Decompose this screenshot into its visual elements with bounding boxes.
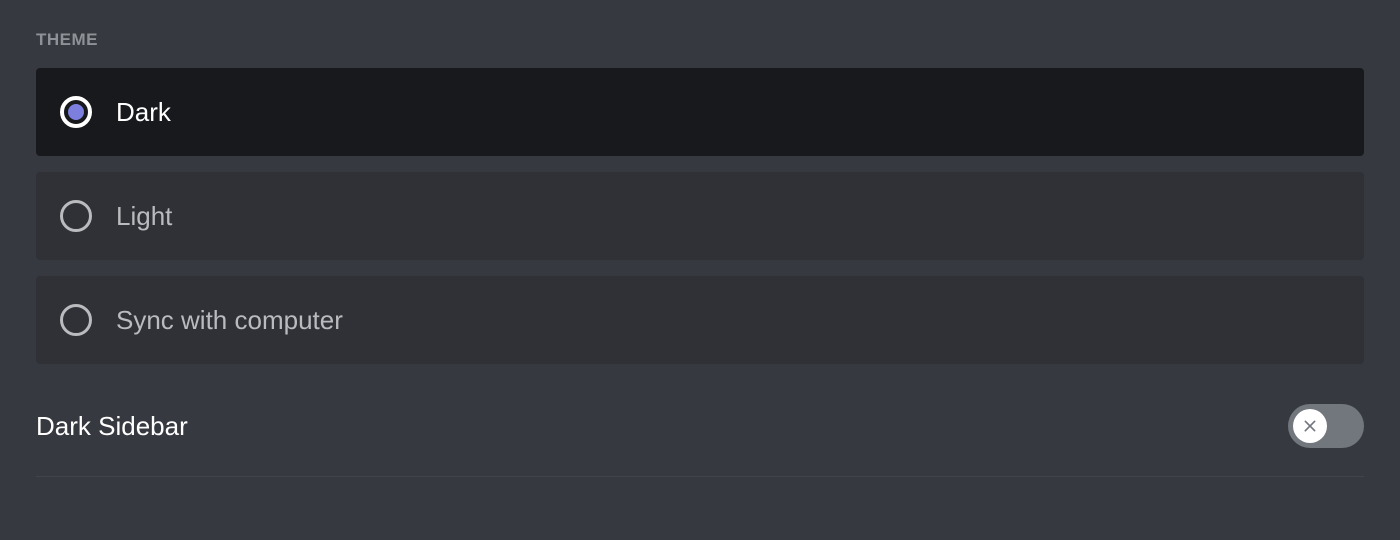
radio-icon xyxy=(60,200,92,232)
theme-option-sync-label: Sync with computer xyxy=(116,305,343,336)
theme-option-dark-label: Dark xyxy=(116,97,171,128)
radio-icon xyxy=(60,304,92,336)
radio-selected-dot xyxy=(68,104,84,120)
dark-sidebar-label: Dark Sidebar xyxy=(36,411,188,442)
theme-option-dark[interactable]: Dark xyxy=(36,68,1364,156)
radio-icon xyxy=(60,96,92,128)
theme-section-header: THEME xyxy=(36,30,1364,50)
theme-option-sync[interactable]: Sync with computer xyxy=(36,276,1364,364)
toggle-knob xyxy=(1293,409,1327,443)
dark-sidebar-toggle[interactable] xyxy=(1288,404,1364,448)
theme-option-light-label: Light xyxy=(116,201,172,232)
dark-sidebar-row: Dark Sidebar xyxy=(36,380,1364,477)
close-icon xyxy=(1300,416,1320,436)
theme-option-light[interactable]: Light xyxy=(36,172,1364,260)
